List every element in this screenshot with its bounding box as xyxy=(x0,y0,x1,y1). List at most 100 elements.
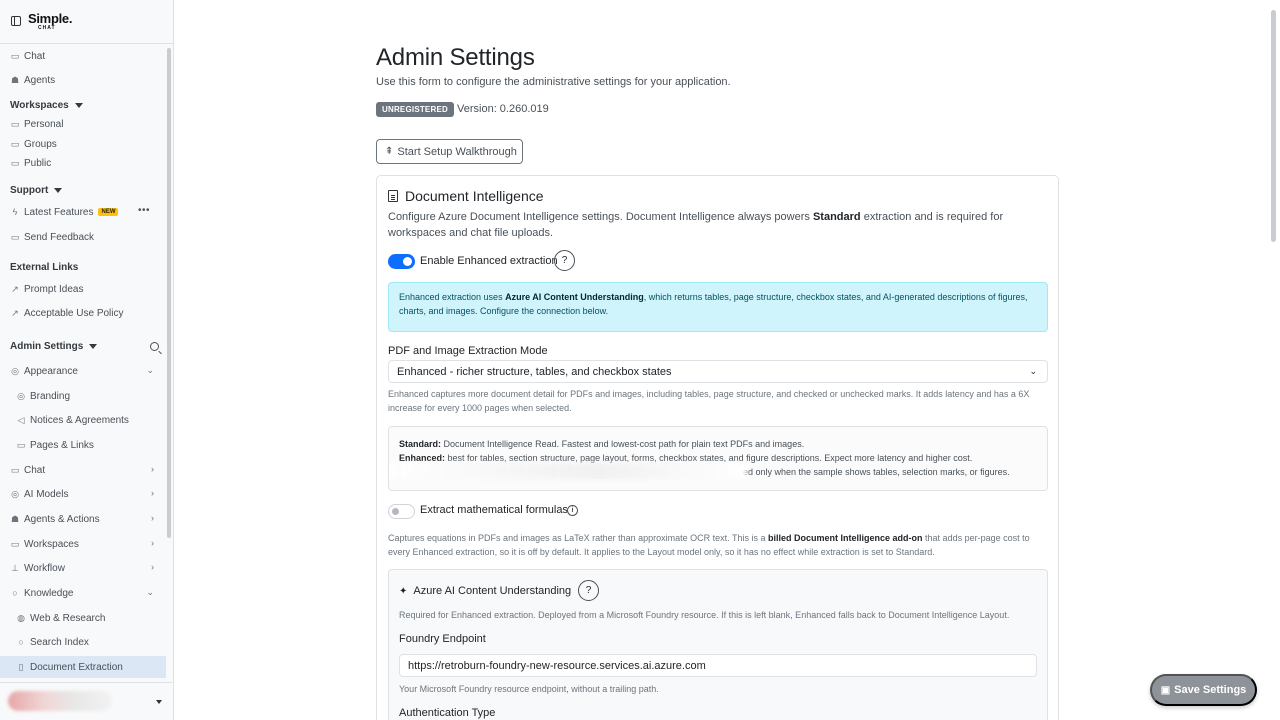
card-description: Configure Azure Document Intelligence se… xyxy=(388,211,1004,239)
sidebar-item-branding[interactable]: ◎ Branding xyxy=(0,385,166,407)
status-badge: UNREGISTERED xyxy=(376,102,454,117)
sidebar-item-pages-links[interactable]: ▭ Pages & Links xyxy=(0,434,166,456)
enhanced-extraction-label: Enable Enhanced extraction xyxy=(420,255,558,267)
new-badge: NEW xyxy=(98,208,119,216)
support-section-header[interactable]: Support xyxy=(10,182,63,198)
robot-icon: ☗ xyxy=(10,513,20,524)
sidebar-item-public[interactable]: ▭ Public xyxy=(0,152,166,174)
content-understanding-desc: Required for Enhanced extraction. Deploy… xyxy=(399,610,1010,620)
user-menu[interactable] xyxy=(0,682,172,720)
caret-down-icon xyxy=(74,102,83,108)
sidebar-toggle-icon[interactable] xyxy=(11,16,21,26)
sidebar-item-personal[interactable]: ▭ Personal xyxy=(0,113,166,135)
external-link-icon: ↗ xyxy=(11,283,19,294)
caret-down-icon xyxy=(156,700,162,704)
help-button[interactable]: ? xyxy=(578,580,599,601)
sidebar-item-admin-chat[interactable]: ▭ Chat › xyxy=(0,459,166,481)
page-title: Admin Settings xyxy=(376,44,535,71)
palette-icon: ◎ xyxy=(11,365,19,376)
authentication-type-label: Authentication Type xyxy=(399,707,496,719)
more-options-icon[interactable]: ••• xyxy=(138,205,150,216)
sidebar-item-acceptable-use-policy[interactable]: ↗ Acceptable Use Policy xyxy=(0,302,166,324)
sidebar: Simple. CHAT ▭ Chat ☗ Agents Workspaces … xyxy=(0,0,174,720)
help-button[interactable]: ? xyxy=(554,250,575,271)
palette-icon: ◎ xyxy=(17,390,25,401)
external-link-icon: ↗ xyxy=(11,307,19,318)
sidebar-item-document-extraction[interactable]: ▯ Document Extraction xyxy=(0,656,166,678)
chevron-right-icon: › xyxy=(151,538,154,548)
enhanced-info-alert: Enhanced extraction uses Azure AI Conten… xyxy=(388,282,1048,332)
cpu-icon: ◎ xyxy=(11,488,19,499)
extraction-mode-select[interactable]: Enhanced - richer structure, tables, and… xyxy=(388,360,1048,383)
folder-icon: ▭ xyxy=(10,538,20,549)
workspaces-section-header[interactable]: Workspaces xyxy=(10,97,83,113)
workflow-icon: ⊥ xyxy=(11,562,19,573)
sidebar-item-admin-workspaces[interactable]: ▭ Workspaces › xyxy=(0,533,166,555)
megaphone-icon: ◁ xyxy=(17,414,25,425)
foundry-endpoint-label: Foundry Endpoint xyxy=(399,633,486,645)
content-understanding-title: ✦ Azure AI Content Understanding xyxy=(399,585,572,597)
sidebar-item-ai-models[interactable]: ◎ AI Models › xyxy=(0,483,166,505)
external-links-header: External Links xyxy=(10,261,79,273)
folder-icon: ▭ xyxy=(10,138,20,149)
extraction-mode-help: Enhanced captures more document detail f… xyxy=(388,389,1030,413)
pages-icon: ▭ xyxy=(16,439,26,450)
sidebar-item-chat[interactable]: ▭ Chat xyxy=(0,45,166,67)
sidebar-item-send-feedback[interactable]: ▭ Send Feedback xyxy=(0,226,166,248)
search-icon: ○ xyxy=(12,588,18,598)
foundry-endpoint-input[interactable]: https://retroburn-foundry-new-resource.s… xyxy=(399,654,1037,677)
page-lead: Use this form to configure the administr… xyxy=(376,76,731,88)
sidebar-item-prompt-ideas[interactable]: ↗ Prompt Ideas xyxy=(0,278,166,300)
sidebar-item-workflow[interactable]: ⊥ Workflow › xyxy=(0,557,166,579)
chat-icon: ▭ xyxy=(10,464,20,475)
foundry-endpoint-help: Your Microsoft Foundry resource endpoint… xyxy=(399,684,659,694)
card-title: Document Intelligence xyxy=(388,188,544,204)
main-scrollbar[interactable] xyxy=(1271,10,1276,242)
chat-icon: ▭ xyxy=(10,50,20,61)
sidebar-item-latest-features[interactable]: ϟ Latest Features NEW ••• xyxy=(0,201,166,223)
sidebar-item-search-index[interactable]: ○ Search Index xyxy=(0,631,166,653)
caret-down-icon xyxy=(89,343,98,349)
lightning-icon: ϟ xyxy=(12,207,18,217)
sidebar-item-web-research[interactable]: ◍ Web & Research xyxy=(0,607,166,629)
formula-help: Captures equations in PDFs and images as… xyxy=(388,533,1030,557)
search-icon: ○ xyxy=(18,637,24,647)
save-settings-button[interactable]: ▣ Save Settings xyxy=(1150,674,1257,706)
chevron-down-icon: ⌄ xyxy=(146,365,154,375)
enhanced-extraction-toggle[interactable] xyxy=(388,254,415,269)
info-icon[interactable]: i xyxy=(567,505,578,516)
chevron-right-icon: › xyxy=(151,464,154,474)
folder-icon: ▭ xyxy=(10,118,20,129)
content-understanding-card: ✦ Azure AI Content Understanding ? Requi… xyxy=(388,569,1048,720)
caret-down-icon xyxy=(54,187,63,193)
mode-descriptions-box: Standard: Document Intelligence Read. Fa… xyxy=(388,426,1048,491)
admin-settings-section-header[interactable]: Admin Settings xyxy=(10,338,98,354)
sidebar-item-agents[interactable]: ☗ Agents xyxy=(0,69,166,91)
save-icon: ▣ xyxy=(1160,684,1171,696)
document-intelligence-card: Document Intelligence Configure Azure Do… xyxy=(376,175,1059,720)
robot-icon: ☗ xyxy=(10,74,20,85)
extraction-mode-label: PDF and Image Extraction Mode xyxy=(388,345,548,357)
sidebar-item-appearance[interactable]: ◎ Appearance ⌄ xyxy=(0,360,166,382)
feedback-icon: ▭ xyxy=(10,231,20,242)
sidebar-scrollbar[interactable] xyxy=(167,48,171,538)
document-icon: ▯ xyxy=(18,661,24,672)
sidebar-item-knowledge[interactable]: ○ Knowledge ⌄ xyxy=(0,582,166,604)
sidebar-header: Simple. CHAT xyxy=(0,0,173,44)
sidebar-item-notices-agreements[interactable]: ◁ Notices & Agreements xyxy=(0,409,166,431)
chevron-right-icon: › xyxy=(151,488,154,498)
version-text: Version: 0.260.019 xyxy=(457,103,549,115)
chevron-down-icon: ⌄ xyxy=(146,587,154,597)
app-logo[interactable]: Simple. CHAT xyxy=(28,12,72,32)
chevron-right-icon: › xyxy=(151,513,154,523)
redacted-text xyxy=(389,463,747,479)
chevron-right-icon: › xyxy=(151,562,154,572)
document-icon xyxy=(388,190,398,202)
start-setup-walkthrough-button[interactable]: ⇞ Start Setup Walkthrough xyxy=(376,139,523,164)
search-icon[interactable] xyxy=(150,342,159,351)
extract-formulas-toggle[interactable] xyxy=(388,504,415,519)
folder-icon: ▭ xyxy=(10,157,20,168)
sidebar-item-agents-actions[interactable]: ☗ Agents & Actions › xyxy=(0,508,166,530)
chevron-down-icon: ⌄ xyxy=(1029,366,1037,376)
extract-formulas-label: Extract mathematical formulas xyxy=(420,504,568,516)
